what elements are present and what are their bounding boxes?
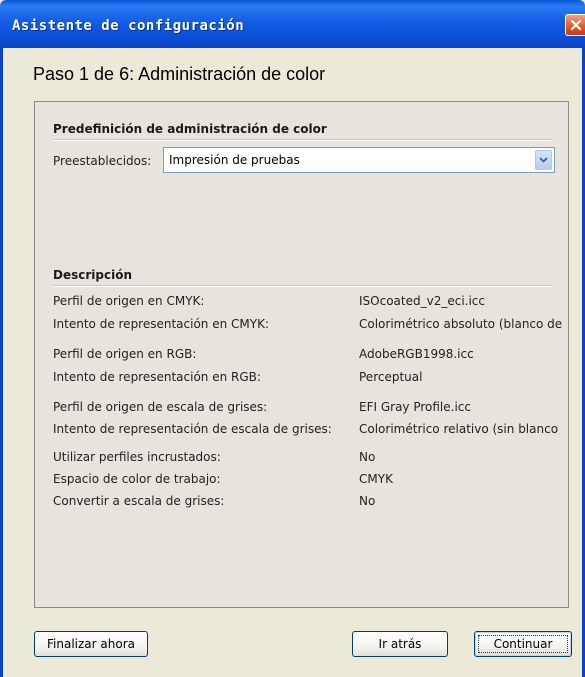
gray-rendering-intent-label: Intento de representación de escala de g… — [53, 422, 332, 436]
step-title: Paso 1 de 6: Administración de color — [33, 64, 326, 84]
convert-to-grayscale-label: Convertir a escala de grises: — [53, 494, 225, 508]
rgb-rendering-intent-value: Perceptual — [359, 370, 423, 384]
gray-source-profile-label: Perfil de origen de escala de grises: — [53, 400, 268, 414]
chevron-down-icon — [539, 157, 548, 163]
window-left-border — [0, 48, 3, 677]
use-embedded-profiles-label: Utilizar perfiles incrustados: — [53, 450, 221, 464]
continue-button[interactable]: Continuar — [474, 631, 572, 657]
finish-now-button[interactable]: Finalizar ahora — [34, 631, 148, 657]
preset-section-header: Predefinición de administración de color — [53, 122, 327, 136]
preset-dropdown[interactable]: Impresión de pruebas — [163, 147, 555, 173]
continue-button-label: Continuar — [478, 635, 568, 653]
preset-label: Preestablecidos: — [53, 154, 152, 168]
main-panel: Predefinición de administración de color… — [34, 101, 569, 608]
rgb-rendering-intent-label: Intento de representación en RGB: — [53, 370, 261, 384]
gray-source-profile-value: EFI Gray Profile.icc — [359, 400, 471, 414]
cmyk-source-profile-value: ISOcoated_v2_eci.icc — [359, 294, 485, 308]
rgb-source-profile-value: AdobeRGB1998.icc — [359, 347, 474, 361]
description-divider — [53, 285, 553, 287]
working-color-space-value: CMYK — [359, 472, 393, 486]
cmyk-rendering-intent-label: Intento de representación en CMYK: — [53, 317, 270, 331]
description-header: Descripción — [53, 268, 132, 282]
gray-rendering-intent-value: Colorimétrico relativo (sin blanco — [359, 422, 559, 436]
preset-selected-value: Impresión de pruebas — [169, 153, 300, 167]
cmyk-source-profile-label: Perfil de origen en CMYK: — [53, 294, 205, 308]
window-title: Asistente de configuración — [12, 18, 245, 34]
setup-wizard-window: Asistente de configuración Paso 1 de 6: … — [0, 0, 585, 677]
close-button[interactable] — [565, 14, 585, 36]
rgb-source-profile-label: Perfil de origen en RGB: — [53, 347, 197, 361]
convert-to-grayscale-value: No — [359, 494, 376, 508]
close-icon — [570, 19, 582, 31]
dropdown-toggle[interactable] — [535, 150, 552, 170]
use-embedded-profiles-value: No — [359, 450, 376, 464]
preset-section-divider — [53, 139, 553, 141]
working-color-space-label: Espacio de color de trabajo: — [53, 472, 221, 486]
back-button[interactable]: Ir atrás — [352, 631, 448, 657]
cmyk-rendering-intent-value: Colorimétrico absoluto (blanco de — [359, 317, 563, 331]
title-bar[interactable]: Asistente de configuración — [0, 0, 585, 48]
